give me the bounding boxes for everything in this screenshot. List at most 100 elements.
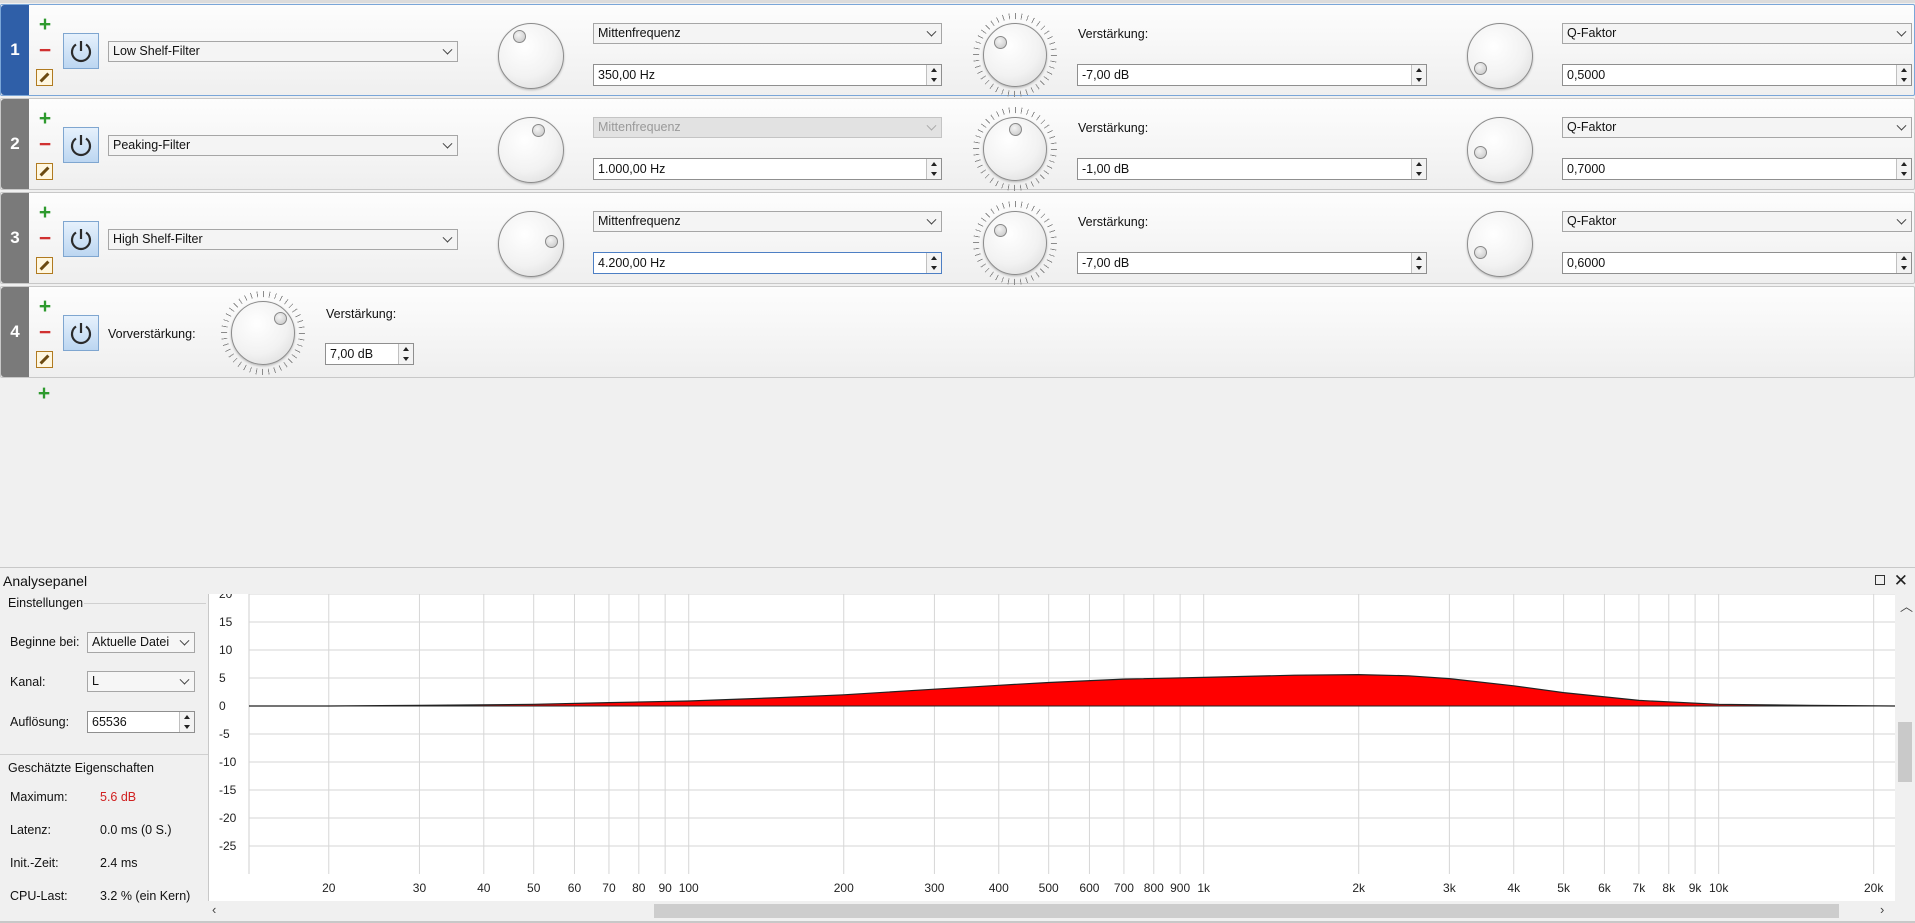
edit-band-icon[interactable] [36,351,53,368]
band-power-button[interactable] [63,221,99,257]
latency-value: 0.0 ms (0 S.) [100,823,172,837]
spin-arrows-icon[interactable] [179,712,194,732]
frequency-knob[interactable] [498,117,564,183]
gain-input[interactable]: -7,00 dB [1077,252,1427,274]
power-icon [70,323,92,345]
remove-band-icon[interactable]: − [35,133,55,156]
chevron-down-icon [442,44,453,55]
frequency-input[interactable]: 350,00 Hz [593,64,942,86]
gain-input[interactable]: -7,00 dB [1077,64,1427,86]
edit-band-icon[interactable] [36,69,53,86]
q-mode-select[interactable]: Q-Faktor [1562,23,1912,44]
channel-select[interactable]: L [87,671,195,692]
q-knob[interactable] [1467,117,1533,183]
frequency-knob[interactable] [498,23,564,89]
plot-vertical-scrollbar[interactable]: ︿ [1895,594,1915,901]
gain-value: -7,00 dB [1082,68,1130,82]
spin-arrows-icon[interactable] [1411,253,1426,273]
frequency-mode-select[interactable]: Mittenfrequenz [593,23,942,44]
remove-band-icon[interactable]: − [35,321,55,344]
chevron-down-icon [442,138,453,149]
x-tick-label: 800 [1144,881,1164,895]
band-number-tab[interactable]: 3 [1,193,29,283]
gain-knob[interactable] [983,23,1047,87]
band-row-2[interactable]: 2 + − Peaking-Filter Mittenfrequenz 1.00… [0,98,1915,191]
spin-arrows-icon[interactable] [1896,65,1911,85]
q-mode-select[interactable]: Q-Faktor [1562,117,1912,138]
chevron-down-icon [926,214,937,225]
q-knob[interactable] [1467,211,1533,277]
band-row-1[interactable]: 1 + − Low Shelf-Filter Mittenfrequenz 35… [0,4,1915,97]
remove-band-icon[interactable]: − [35,39,55,62]
band-power-button[interactable] [63,315,99,351]
spin-arrows-icon[interactable] [1896,253,1911,273]
band-power-button[interactable] [63,127,99,163]
y-tick-label: 20 [219,594,233,601]
y-tick-label: 15 [219,615,233,629]
filter-type-select[interactable]: Low Shelf-Filter [108,41,458,62]
y-tick-label: -25 [219,839,237,853]
spin-arrows-icon[interactable] [926,253,941,273]
q-input[interactable]: 0,7000 [1562,158,1912,180]
vertical-scroll-thumb[interactable] [1898,722,1912,782]
scroll-left-icon[interactable]: ‹ [212,902,216,917]
restore-window-icon[interactable] [1875,575,1885,585]
remove-band-icon[interactable]: − [35,227,55,250]
add-band-icon[interactable]: + [35,107,55,130]
q-input[interactable]: 0,5000 [1562,64,1912,86]
band-row-3[interactable]: 3 + − High Shelf-Filter Mittenfrequenz 4… [0,192,1915,285]
plot-horizontal-scrollbar[interactable]: ‹ › [208,901,1915,921]
spin-arrows-icon[interactable] [1411,159,1426,179]
x-tick-label: 90 [658,881,672,895]
gain-knob[interactable] [983,211,1047,275]
y-tick-label: -15 [219,783,237,797]
scroll-right-icon[interactable]: › [1880,902,1884,917]
q-mode-value: Q-Faktor [1567,120,1617,134]
resolution-input[interactable]: 65536 [87,711,195,733]
preamp-gain-input[interactable]: 7,00 dB [325,343,414,365]
band-number-tab[interactable]: 2 [1,99,29,189]
gain-label: Verstärkung: [1078,215,1149,229]
edit-band-icon[interactable] [36,257,53,274]
preamp-label: Vorverstärkung: [108,327,196,341]
frequency-mode-value: Mittenfrequenz [598,120,681,134]
q-knob[interactable] [1467,23,1533,89]
frequency-knob[interactable] [498,211,564,277]
add-band-icon[interactable]: + [35,295,55,318]
close-icon[interactable]: ✕ [1894,568,1908,594]
horizontal-scroll-thumb[interactable] [654,904,1839,918]
start-label: Beginne bei: [10,635,80,649]
preamp-knob[interactable] [231,301,295,365]
add-band-icon[interactable]: + [34,382,54,405]
band-number-tab[interactable]: 4 [1,287,29,377]
spin-arrows-icon[interactable] [1896,159,1911,179]
gain-knob[interactable] [983,117,1047,181]
filter-type-select[interactable]: High Shelf-Filter [108,229,458,250]
add-band-icon[interactable]: + [35,13,55,36]
spin-arrows-icon[interactable] [926,159,941,179]
top-edge [0,0,1915,3]
frequency-mode-value: Mittenfrequenz [598,26,681,40]
frequency-input[interactable]: 4.200,00 Hz [593,252,942,274]
spin-arrows-icon[interactable] [1411,65,1426,85]
edit-band-icon[interactable] [36,163,53,180]
q-value: 0,5000 [1567,68,1606,82]
spin-arrows-icon[interactable] [926,65,941,85]
filter-type-value: Low Shelf-Filter [113,44,200,58]
frequency-mode-select[interactable]: Mittenfrequenz [593,211,942,232]
band-power-button[interactable] [63,33,99,69]
add-band-icon[interactable]: + [35,201,55,224]
spin-arrows-icon[interactable] [398,344,413,364]
frequency-mode-select[interactable]: Mittenfrequenz [593,117,942,138]
start-select[interactable]: Aktuelle Datei [87,632,195,653]
q-input[interactable]: 0,6000 [1562,252,1912,274]
scroll-up-icon[interactable]: ︿ [1900,596,1913,615]
band-row-4-preamp[interactable]: 4 + − Vorverstärkung: Verstärkung: 7,00 … [0,286,1915,378]
chevron-down-icon [179,635,190,646]
frequency-value: 1.000,00 Hz [598,162,666,176]
q-mode-select[interactable]: Q-Faktor [1562,211,1912,232]
gain-input[interactable]: -1,00 dB [1077,158,1427,180]
frequency-input[interactable]: 1.000,00 Hz [593,158,942,180]
filter-type-select[interactable]: Peaking-Filter [108,135,458,156]
band-number-tab[interactable]: 1 [1,5,29,95]
